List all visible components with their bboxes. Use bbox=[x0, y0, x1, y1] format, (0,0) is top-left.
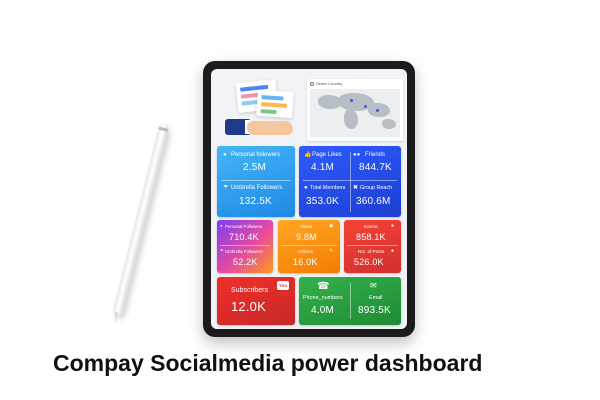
map-landmass bbox=[344, 109, 358, 129]
posts-value: 526.0K bbox=[354, 257, 384, 267]
world-map[interactable] bbox=[310, 89, 400, 137]
user-icon: ● bbox=[220, 223, 223, 228]
personal-followers-tile[interactable]: ● Personal followers 2.5M ☂ Umbrella Fol… bbox=[217, 146, 295, 217]
map-header[interactable]: Select Country bbox=[310, 81, 342, 86]
instagram-followers-tile[interactable]: ● Personal Followers 710.4K ☂ Umbrella F… bbox=[217, 220, 273, 273]
total-members-value: 353.0K bbox=[306, 196, 339, 207]
map-landmass bbox=[382, 119, 396, 129]
umbrella-icon: ☂ bbox=[220, 248, 224, 253]
subscribers-value: 12.0K bbox=[231, 299, 266, 314]
umbrella-followers-value: 52.2K bbox=[233, 257, 258, 267]
tile-divider bbox=[281, 245, 337, 246]
hand-illustration bbox=[225, 113, 295, 139]
karma-label: Karma bbox=[364, 224, 378, 229]
stylus-tip bbox=[112, 311, 121, 324]
personal-followers-label: Personal followers bbox=[231, 152, 281, 158]
friends-value: 844.7K bbox=[359, 162, 392, 173]
map-marker[interactable] bbox=[364, 105, 367, 108]
total-members-label: Total Members bbox=[310, 185, 346, 191]
share-icon: ✖ bbox=[353, 185, 359, 191]
map-marker[interactable] bbox=[350, 99, 353, 102]
email-label: Email bbox=[369, 295, 383, 301]
reddit-icon: ● bbox=[391, 248, 395, 254]
views-label: Views bbox=[300, 224, 313, 229]
reddit-icon: ● bbox=[391, 223, 395, 229]
tile-divider bbox=[221, 180, 291, 181]
hero-illustration bbox=[215, 73, 303, 143]
tablet-device: Select Country ● Personal followers 2.5M… bbox=[203, 61, 415, 337]
scene: Select Country ● Personal followers 2.5M… bbox=[0, 0, 600, 400]
stylus-band bbox=[158, 126, 169, 132]
group-reach-value: 360.6M bbox=[356, 196, 391, 207]
group-icon: ● bbox=[304, 185, 308, 191]
page-likes-value: 4.1M bbox=[311, 162, 335, 173]
eye-icon: ◉ bbox=[329, 223, 334, 229]
hero-bar bbox=[261, 95, 284, 101]
map-landmass bbox=[368, 103, 390, 117]
phone-icon: ☎ bbox=[317, 281, 330, 292]
phone-numbers-value: 4.0M bbox=[311, 305, 335, 316]
edit-icon: ✎ bbox=[329, 248, 334, 254]
map-marker[interactable] bbox=[376, 109, 379, 112]
tile-divider bbox=[350, 283, 351, 319]
thumbs-up-icon: 👍 bbox=[304, 152, 312, 158]
page-caption: Compay Socialmedia power dashboard bbox=[53, 350, 483, 376]
stylus-pencil bbox=[112, 122, 170, 316]
umbrella-icon: ☂ bbox=[223, 185, 229, 191]
tile-divider bbox=[220, 245, 270, 246]
subscribers-label: Subscribers bbox=[231, 287, 268, 294]
posts-label: NO. of Posts bbox=[358, 249, 385, 254]
youtube-icon: You Tube bbox=[277, 281, 289, 297]
karma-value: 858.1K bbox=[356, 232, 386, 242]
email-value: 893.5K bbox=[358, 305, 391, 316]
tile-divider bbox=[350, 152, 351, 212]
friends-label: Friends bbox=[365, 152, 386, 158]
phone-numbers-label: Phone_numbers bbox=[303, 295, 343, 301]
dashboard-screen: Select Country ● Personal followers 2.5M… bbox=[211, 69, 407, 329]
globe-icon bbox=[310, 81, 314, 86]
umbrella-followers-label: Umbrella Followers bbox=[231, 185, 283, 191]
views-value: 9.8M bbox=[296, 232, 317, 242]
page-likes-label: Page Likes bbox=[312, 152, 342, 158]
articles-value: 16.0K bbox=[293, 257, 318, 267]
personal-followers-label: Personal Followers bbox=[225, 224, 263, 229]
user-icon: ● bbox=[223, 152, 227, 158]
articles-label: Articles bbox=[298, 249, 314, 254]
contact-stats-tile[interactable]: ☎ Phone_numbers 4.0M ✉ Email 893.5K bbox=[299, 277, 401, 325]
youtube-subscribers-tile[interactable]: You Tube Subscribers 12.0K bbox=[217, 277, 295, 325]
group-reach-label: Group Reach bbox=[360, 185, 393, 191]
page-stats-tile[interactable]: 👍 Page Likes 4.1M ●● Friends 844.7K ● To… bbox=[299, 146, 401, 217]
personal-followers-value: 710.4K bbox=[229, 232, 259, 242]
tile-divider bbox=[347, 245, 398, 246]
hero-bar bbox=[260, 102, 288, 108]
umbrella-followers-value: 132.5K bbox=[239, 196, 272, 207]
personal-followers-value: 2.5M bbox=[243, 162, 267, 173]
umbrella-followers-label: Umbrella Followers bbox=[225, 249, 263, 254]
views-tile[interactable]: Views ◉ 9.8M Articles ✎ 16.0K bbox=[278, 220, 340, 273]
map-title: Select Country bbox=[316, 81, 343, 86]
mail-icon: ✉ bbox=[370, 281, 377, 290]
map-panel[interactable]: Select Country bbox=[307, 79, 403, 141]
friends-icon: ●● bbox=[353, 152, 361, 158]
karma-tile[interactable]: Karma ● 858.1K NO. of Posts ● 526.0K bbox=[344, 220, 401, 273]
hand-palm bbox=[247, 121, 293, 135]
